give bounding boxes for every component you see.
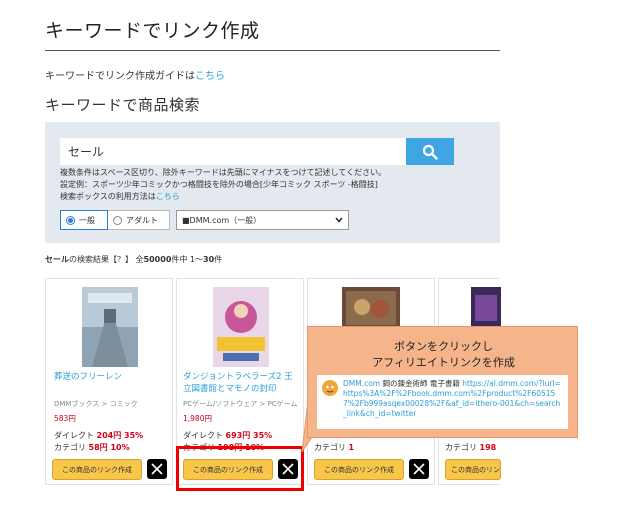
radio-adult-label: アダルト — [126, 215, 158, 225]
results-summary: セールの検索結果【？】 全50000件中 1〜30件 — [45, 254, 222, 265]
product-price: 583円 — [54, 414, 76, 423]
search-button[interactable] — [406, 138, 454, 165]
section-title: キーワードで商品検索 — [45, 96, 201, 114]
radio-adult-dot — [113, 215, 122, 225]
product-price: 1,980円 — [183, 414, 212, 423]
title-divider — [45, 50, 500, 51]
direct-value: 693円 35% — [225, 431, 273, 440]
results-range: 件中 1〜 — [171, 255, 204, 264]
x-logo-icon — [413, 463, 425, 475]
radio-general-dot — [66, 215, 75, 225]
callout-line-1: ボタンをクリックし — [394, 340, 493, 353]
category-value: 198 — [479, 443, 497, 452]
product-category: DMMブックス > コミック — [54, 400, 138, 408]
product-cover-image[interactable] — [213, 287, 269, 367]
help-line-2: 設定例：スポーツ少年コミックかつ格闘技を除外の場合[少年コミック スポーツ -格… — [60, 180, 378, 189]
results-suffix: 件 — [214, 255, 223, 264]
callout-line-2: アフィリエイトリンクを作成 — [372, 356, 515, 369]
guide-prefix: キーワードでリンク作成ガイドは — [45, 71, 195, 82]
x-share-button[interactable] — [409, 459, 429, 479]
guide-link[interactable]: こちら — [195, 71, 225, 82]
x-logo-icon — [151, 463, 163, 475]
create-link-button[interactable]: この商品のリンク作成 — [445, 459, 501, 480]
product-title-link[interactable]: 葬送のフリーレン — [54, 371, 166, 383]
category-label: カテゴリ — [445, 443, 477, 452]
radio-general-label: 一般 — [79, 215, 95, 225]
product-cover-image[interactable] — [82, 287, 138, 367]
page-title: キーワードでリンク作成 — [45, 20, 260, 42]
site-select-value: ■DMM.com（一般） — [182, 215, 262, 225]
direct-value: 204円 35% — [96, 431, 144, 440]
guide-text: キーワードでリンク作成ガイドはこちら — [45, 67, 225, 82]
create-link-button[interactable]: この商品のリンク作成 — [314, 459, 404, 480]
help-line-3-text: 検索ボックスの利用方法は — [60, 192, 156, 201]
x-share-button[interactable] — [147, 459, 167, 479]
direct-label: ダイレクト — [54, 431, 94, 440]
product-cover-image[interactable] — [342, 287, 400, 329]
product-card: 葬送のフリーレン DMMブックス > コミック 583円 ダイレクト 204円 … — [45, 278, 173, 485]
category-rate: カテゴリ 198 — [445, 442, 496, 453]
direct-rate: ダイレクト 204円 35% — [54, 430, 143, 441]
category-rate: カテゴリ 58円 10% — [54, 442, 130, 453]
results-rest: の検索結果【？】 全 — [69, 255, 144, 264]
results-total: 50000 — [143, 255, 172, 264]
direct-label: ダイレクト — [183, 431, 223, 440]
highlight-box — [176, 446, 304, 491]
product-category: PCゲーム/ソフトウェア > PCゲーム — [183, 400, 298, 408]
tweet-source: DMM.com — [343, 379, 381, 388]
site-select[interactable]: ■DMM.com（一般） — [176, 210, 349, 230]
create-link-button[interactable]: この商品のリンク作成 — [52, 459, 142, 480]
help-line-3: 検索ボックスの利用方法はこちら — [60, 191, 180, 203]
product-title-link[interactable]: ダンジョントラベラーズ2 王立図書館とマモノの封印 — [183, 371, 299, 395]
category-value: 58円 10% — [88, 443, 130, 452]
search-icon — [422, 144, 438, 160]
avatar — [322, 380, 338, 396]
results-keyword: セール — [45, 255, 69, 264]
help-line-1: 複数条件はスペース区切り、除外キーワードは先頭にマイナスをつけて記述してください… — [60, 168, 387, 177]
help-link[interactable]: こちら — [156, 192, 180, 201]
direct-rate: ダイレクト 693円 35% — [183, 430, 272, 441]
results-end: 30 — [203, 255, 215, 264]
search-input[interactable] — [60, 138, 406, 165]
product-cover-image[interactable] — [471, 287, 501, 329]
radio-adult[interactable]: アダルト — [108, 210, 170, 230]
tweet-preview: DMM.com 鋼の錬金術師 電子書籍 https://al.dmm.com/?… — [317, 375, 568, 429]
tweet-title: 鋼の錬金術師 電子書籍 — [380, 379, 463, 388]
chevron-down-icon — [335, 217, 343, 223]
category-label: カテゴリ — [54, 443, 86, 452]
radio-general[interactable]: 一般 — [60, 210, 108, 230]
